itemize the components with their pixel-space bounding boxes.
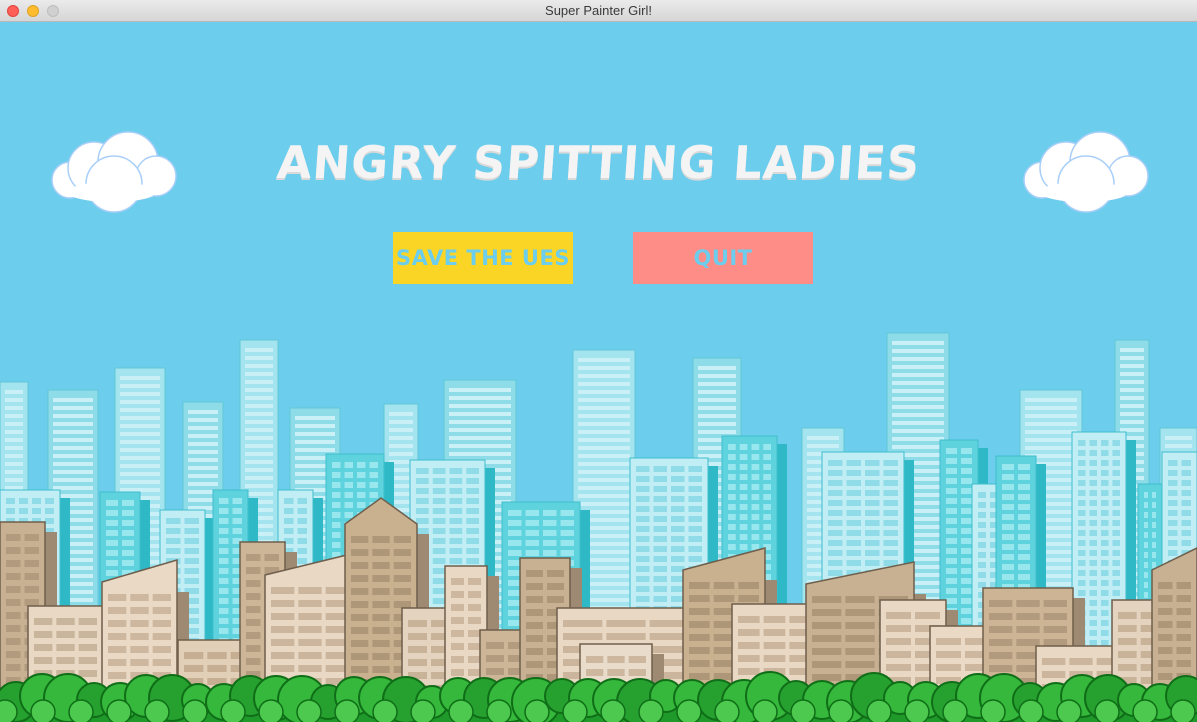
bush-leaf xyxy=(1018,699,1044,722)
window-title: Super Painter Girl! xyxy=(545,3,652,18)
game-title: ANGRY SPITTING LADIES xyxy=(275,136,922,189)
app-window: Super Painter Girl! ANGRY SPITTING LADIE… xyxy=(0,0,1197,722)
bush-leaf xyxy=(562,699,588,722)
bush-leaf xyxy=(1170,699,1196,722)
bush-leaf xyxy=(486,699,512,722)
bush-leaf xyxy=(828,699,854,722)
bush-leaf xyxy=(182,699,208,722)
bush-leaf xyxy=(714,699,740,722)
bush-leaf xyxy=(372,699,398,722)
bush-leaf xyxy=(258,699,284,722)
bush-leaf xyxy=(296,699,322,722)
bush-leaf xyxy=(638,699,664,722)
bush-leaf xyxy=(1094,699,1120,722)
bush-leaf xyxy=(334,699,360,722)
bush-leaf xyxy=(980,699,1006,722)
save-the-ues-button[interactable]: SAVE THE UES xyxy=(393,232,573,284)
game-canvas[interactable]: ANGRY SPITTING LADIES SAVE THE UES QUIT xyxy=(0,22,1197,722)
bush-leaf xyxy=(410,699,436,722)
bush-leaf xyxy=(448,699,474,722)
bush-leaf xyxy=(866,699,892,722)
bush-leaf xyxy=(144,699,170,722)
bush-leaf xyxy=(1132,699,1158,722)
bush-leaf xyxy=(68,699,94,722)
bush-leaf xyxy=(600,699,626,722)
window-titlebar: Super Painter Girl! xyxy=(0,0,1197,22)
bush-leaf xyxy=(790,699,816,722)
bush-leaf xyxy=(752,699,778,722)
city-skyline-background xyxy=(0,131,1197,722)
bush-leaf xyxy=(676,699,702,722)
bush-leaf xyxy=(524,699,550,722)
bush-leaf xyxy=(106,699,132,722)
bush-leaf xyxy=(1056,699,1082,722)
bush-leaf xyxy=(30,699,56,722)
bush-leaf xyxy=(904,699,930,722)
bush-leaf xyxy=(220,699,246,722)
quit-button[interactable]: QUIT xyxy=(633,232,813,284)
bush-leaf xyxy=(942,699,968,722)
